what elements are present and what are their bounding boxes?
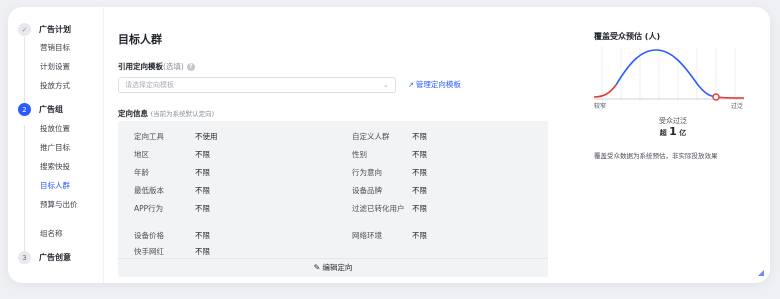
edit-targeting-button[interactable]: ✎ 编辑定向 <box>118 258 548 277</box>
targeting-name: 年龄 <box>134 168 149 177</box>
main-content: 目标人群 引用定向模板(选填)? 请选择定向模板 ⌄ ↗ 管理定向模板 定向信息 … <box>118 7 558 283</box>
targeting-name: 自定义人群 <box>352 132 390 141</box>
targeting-name: 过滤已转化用户 <box>352 204 405 213</box>
targeting-name: 定向工具 <box>134 132 164 141</box>
sidebar-item-placement[interactable]: 投放位置 <box>40 124 98 134</box>
step-title: 广告计划 <box>39 25 71 34</box>
estimate-title: 覆盖受众预估 (人) <box>594 32 661 41</box>
targeting-value: 不限 <box>412 204 427 213</box>
targeting-value: 不限 <box>195 204 210 213</box>
sidebar-item-target-audience[interactable]: 目标人群 <box>40 181 98 191</box>
audience-number: 1 <box>669 125 677 138</box>
estimate-note: 覆盖受众数据为系统预估，非实际投放效果 <box>594 152 718 160</box>
curve-blue <box>615 49 717 98</box>
sidebar-item-promotion-goal[interactable]: 推广目标 <box>40 143 98 153</box>
targeting-value: 不限 <box>412 231 427 240</box>
targeting-name: 最低版本 <box>134 186 164 195</box>
targeting-info-label: 定向信息 (当前为系统默认定向) <box>118 108 214 119</box>
audience-prefix: 超 <box>659 129 667 137</box>
sidebar-item-plan-settings[interactable]: 计划设置 <box>40 62 98 72</box>
sidebar-item-marketing-goal[interactable]: 营销目标 <box>40 43 98 53</box>
audience-estimate-panel: 覆盖受众预估 (人) 较窄 过泛 受众过泛 超 1 亿 覆盖受众数据为系统预估，… <box>592 7 762 283</box>
targeting-name: 地区 <box>134 150 149 159</box>
curve-right-red <box>715 96 744 99</box>
audience-unit: 亿 <box>679 129 687 137</box>
optional-text: (选填) <box>163 62 184 71</box>
step-connector <box>24 125 25 257</box>
audience-value: 超 1 亿 <box>592 125 754 138</box>
select-placeholder: 请选择定向模板 <box>125 81 174 89</box>
external-link-icon: ↗ <box>408 81 414 89</box>
targeting-value: 不限 <box>195 247 210 256</box>
targeting-value: 不限 <box>195 150 210 159</box>
resize-corner-icon: ◢ <box>757 268 764 277</box>
targeting-name: 设备价格 <box>134 231 164 240</box>
axis-label-narrow: 较窄 <box>594 103 607 110</box>
info-label-text: 定向信息 <box>118 109 148 118</box>
targeting-panel: 定向工具 不使用 地区 不限 年龄 不限 最低版本 不限 APP行为 不限 设备… <box>118 121 548 277</box>
step-number: 3 <box>18 251 31 264</box>
help-icon[interactable]: ? <box>186 63 195 71</box>
targeting-name: 快手网红 <box>134 247 164 256</box>
step-number: 2 <box>18 103 31 116</box>
step-title: 广告创意 <box>39 253 71 262</box>
current-position-marker <box>712 93 720 101</box>
manage-link-text: 管理定向模板 <box>415 80 461 89</box>
targeting-name: 性别 <box>352 150 367 159</box>
audience-curve-chart <box>594 47 744 101</box>
targeting-value: 不限 <box>195 168 210 177</box>
targeting-value: 不限 <box>412 132 427 141</box>
step-connector <box>24 37 25 107</box>
step-sidebar: ✓ 广告计划 营销目标 计划设置 投放方式 2 广告组 投放位置 推广目标 搜索… <box>8 7 104 283</box>
template-label-text: 引用定向模板 <box>118 62 163 71</box>
axis-label-broad: 过泛 <box>731 103 744 110</box>
targeting-name: 网络环境 <box>352 231 382 240</box>
sidebar-item-group-name[interactable]: 组名称 <box>40 229 98 239</box>
page-title: 目标人群 <box>118 33 162 46</box>
sidebar-item-budget-bid[interactable]: 预算与出价 <box>40 200 98 210</box>
step-title: 广告组 <box>39 105 63 114</box>
check-icon: ✓ <box>18 23 31 36</box>
manage-template-link[interactable]: ↗ 管理定向模板 <box>408 79 461 90</box>
targeting-value: 不限 <box>412 150 427 159</box>
step-ad-plan[interactable]: ✓ 广告计划 <box>18 23 71 36</box>
targeting-value: 不限 <box>195 186 210 195</box>
targeting-name: APP行为 <box>134 204 164 213</box>
template-label: 引用定向模板(选填)? <box>118 61 195 72</box>
targeting-name: 行为意向 <box>352 168 382 177</box>
step-ad-group[interactable]: 2 广告组 <box>18 103 63 116</box>
curve-left-red <box>594 84 617 98</box>
targeting-name: 设备品牌 <box>352 186 382 195</box>
targeting-value: 不限 <box>195 231 210 240</box>
targeting-value: 不限 <box>412 186 427 195</box>
info-hint: (当前为系统默认定向) <box>150 110 215 118</box>
targeting-value: 不限 <box>412 168 427 177</box>
template-select[interactable]: 请选择定向模板 ⌄ <box>118 77 396 93</box>
edit-label: 编辑定向 <box>322 263 353 272</box>
sidebar-item-delivery-method[interactable]: 投放方式 <box>40 81 98 91</box>
edit-icon: ✎ <box>313 263 321 272</box>
targeting-value: 不使用 <box>195 132 218 141</box>
ad-setup-card: ✓ 广告计划 营销目标 计划设置 投放方式 2 广告组 投放位置 推广目标 搜索… <box>8 7 770 283</box>
step-ad-creative[interactable]: 3 广告创意 <box>18 251 71 264</box>
sidebar-item-search-quick[interactable]: 搜索快投 <box>40 162 98 172</box>
chevron-down-icon: ⌄ <box>383 81 389 89</box>
